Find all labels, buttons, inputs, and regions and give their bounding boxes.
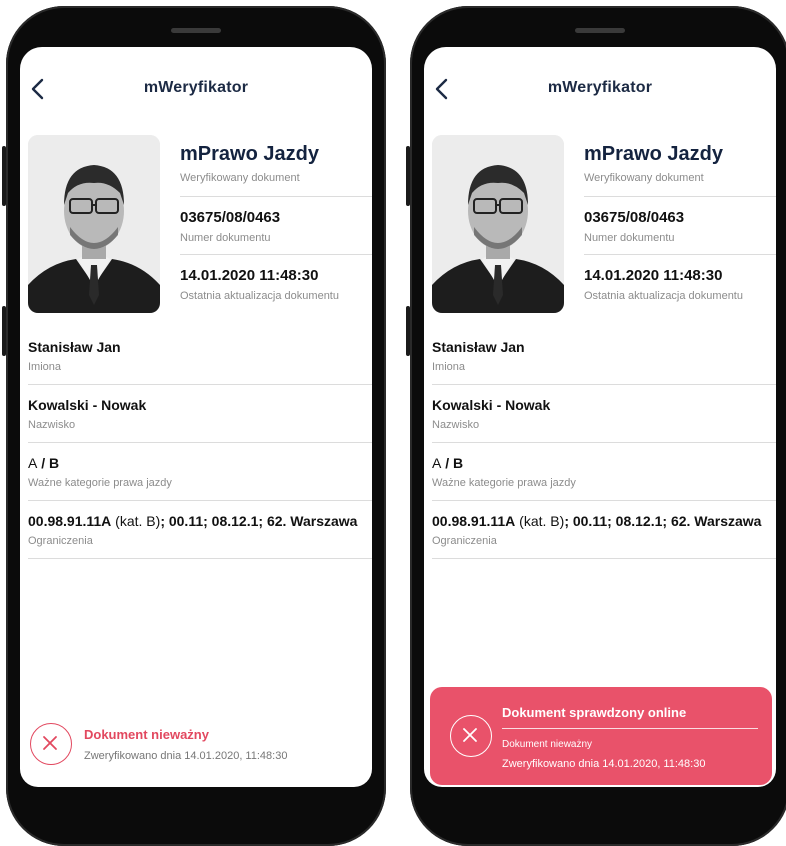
document-name-label: Weryfikowany dokument (584, 172, 704, 184)
document-name-label: Weryfikowany dokument (180, 172, 300, 184)
header: mWeryfikator (424, 47, 776, 125)
side-button (406, 306, 410, 356)
holder-details: Stanisław Jan Imiona Kowalski - Nowak Na… (28, 327, 372, 559)
field-categories: A / B Ważne kategorie prawa jazdy (432, 443, 776, 501)
page-title: mWeryfikator (143, 79, 249, 96)
side-button (2, 306, 6, 356)
portrait-photo (432, 135, 564, 313)
field-restrictions: 00.98.91.11A (kat. B); 00.11; 08.12.1; 6… (28, 501, 372, 559)
side-button (2, 146, 6, 206)
document-number: 03675/08/0463 (584, 209, 685, 226)
phone-frame-left: mWeryfikator mPrawo Jazdy Weryfikowany d… (2, 6, 386, 846)
close-icon (30, 723, 72, 765)
screen: mWeryfikator mPrawo Jazdy Weryfikowany d… (20, 47, 372, 787)
field-categories: A / B Ważne kategorie prawa jazdy (28, 443, 372, 501)
screen: mWeryfikator mPrawo Jazdy Weryfikowany d… (424, 47, 776, 787)
status-timestamp: Zweryfikowano dnia 14.01.2020, 11:48:30 (84, 750, 288, 762)
speaker-grille (171, 28, 221, 33)
document-summary: mPrawo Jazdy Weryfikowany dokument 03675… (180, 143, 372, 312)
document-updated: 14.01.2020 11:48:30 (180, 267, 319, 284)
close-icon (450, 715, 492, 757)
online-status-timestamp: Zweryfikowano dnia 14.01.2020, 11:48:30 (502, 758, 706, 770)
document-updated-label: Ostatnia aktualizacja dokumentu (180, 290, 339, 302)
online-status-title: Dokument sprawdzony online (502, 705, 758, 729)
document-number-label: Numer dokumentu (584, 232, 675, 244)
document-number-label: Numer dokumentu (180, 232, 271, 244)
document-name: mPrawo Jazdy (584, 143, 723, 165)
speaker-grille (575, 28, 625, 33)
field-first-names: Stanisław Jan Imiona (432, 327, 776, 385)
field-first-names: Stanisław Jan Imiona (28, 327, 372, 385)
field-surname: Kowalski - Nowak Nazwisko (28, 385, 372, 443)
field-surname: Kowalski - Nowak Nazwisko (432, 385, 776, 443)
verification-status: Dokument nieważny Zweryfikowano dnia 14.… (28, 707, 368, 767)
field-restrictions: 00.98.91.11A (kat. B); 00.11; 08.12.1; 6… (432, 501, 776, 559)
document-number: 03675/08/0463 (180, 209, 281, 226)
online-verification-card[interactable]: Dokument sprawdzony online Dokument niew… (430, 687, 772, 785)
document-updated: 14.01.2020 11:48:30 (584, 267, 723, 284)
document-name: mPrawo Jazdy (180, 143, 319, 165)
page-title: mWeryfikator (547, 79, 653, 96)
document-updated-label: Ostatnia aktualizacja dokumentu (584, 290, 743, 302)
online-status-result: Dokument nieważny (502, 739, 593, 750)
phone-frame-right: mWeryfikator mPrawo Jazdy Weryfikowany d… (406, 6, 786, 846)
document-summary: mPrawo Jazdy Weryfikowany dokument 03675… (584, 143, 776, 312)
status-title: Dokument nieważny (84, 727, 209, 742)
portrait-photo (28, 135, 160, 313)
header: mWeryfikator (20, 47, 372, 125)
holder-details: Stanisław Jan Imiona Kowalski - Nowak Na… (432, 327, 776, 559)
side-button (406, 146, 410, 206)
